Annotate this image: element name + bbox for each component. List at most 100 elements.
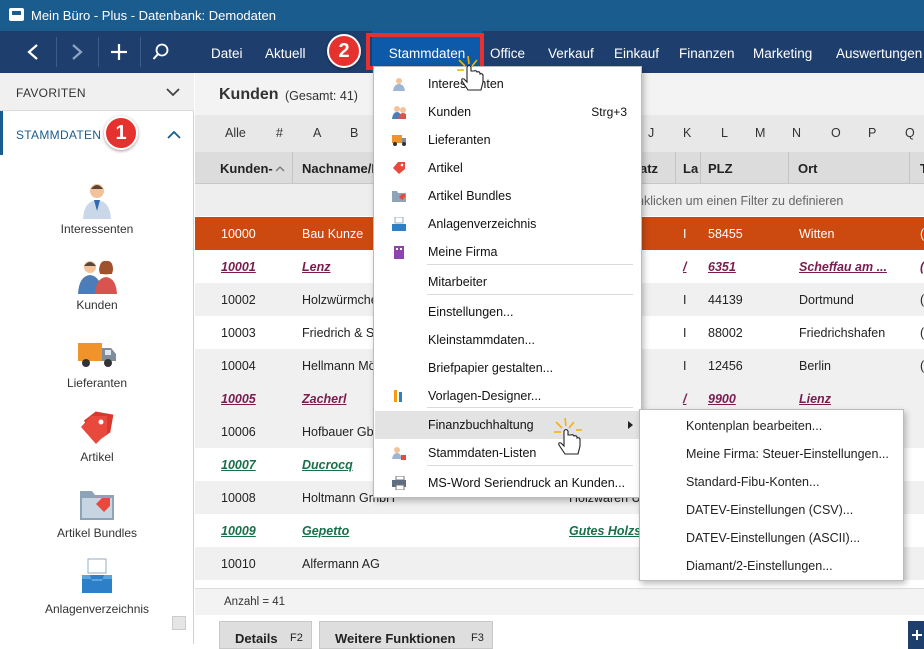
menu-item-label: Meine Firma	[428, 245, 498, 259]
alpha-filter-p[interactable]: P	[868, 126, 876, 140]
menu-item-finanzbuchhaltung[interactable]: Finanzbuchhaltung	[375, 411, 641, 439]
menu-item-vorlagen-designer[interactable]: Vorlagen-Designer...	[375, 382, 641, 410]
tray-icon	[77, 557, 117, 595]
add-button[interactable]	[99, 35, 139, 69]
menu-item-einstellungen[interactable]: Einstellungen...	[375, 298, 641, 326]
tag-icon	[77, 409, 117, 447]
alpha-filter-q[interactable]: Q	[905, 126, 915, 140]
menu-item-ms-word-seriendruck-an-kunden[interactable]: MS-Word Seriendruck an Kunden...	[375, 469, 641, 497]
cell-name: Gepetto	[302, 524, 350, 538]
menu-datei[interactable]: Datei	[211, 31, 243, 73]
cell-ort: Friedrichshafen	[799, 326, 886, 340]
menu-item-label: Stammdaten-Listen	[428, 446, 537, 460]
cell-ort: Witten	[799, 227, 835, 241]
submenu-item-meine-firma-steuer-einstellungen[interactable]: Meine Firma: Steuer-Einstellungen...	[640, 439, 903, 467]
menu-aktuell[interactable]: Aktuell	[265, 31, 306, 73]
alpha-filter-n[interactable]: N	[792, 126, 801, 140]
back-button[interactable]	[13, 35, 53, 69]
cell-kunden-nr: 10008	[221, 491, 256, 505]
menu-item-label: MS-Word Seriendruck an Kunden...	[428, 476, 626, 490]
people-icon	[392, 105, 406, 119]
step-badge-1: 1	[104, 116, 138, 150]
alpha-filter-b[interactable]: B	[350, 126, 358, 140]
sidebar-scroll-button[interactable]	[172, 616, 186, 630]
menu-item-anlagenverzeichnis[interactable]: Anlagenverzeichnis	[375, 210, 641, 238]
pencils-icon	[392, 389, 406, 403]
menu-item-lieferanten[interactable]: Lieferanten	[375, 126, 641, 154]
menu-item-label: Vorlagen-Designer...	[428, 389, 542, 403]
sidebar-item-interessenten[interactable]: Interessenten	[0, 181, 194, 236]
menu-item-artikel[interactable]: Artikel	[375, 154, 641, 182]
menu-finanzen[interactable]: Finanzen	[679, 31, 735, 73]
menu-item-kunden[interactable]: Kunden Strg+3	[375, 98, 641, 126]
forward-button[interactable]	[57, 35, 97, 69]
submenu-item-datev-einstellungen-csv[interactable]: DATEV-Einstellungen (CSV)...	[640, 495, 903, 523]
add-record-button[interactable]	[908, 621, 924, 649]
person-icon	[77, 181, 117, 219]
alpha-filter-l[interactable]: L	[721, 126, 728, 140]
cell-ort: Lienz	[799, 392, 831, 406]
sidebar-item-anlagenverzeichnis[interactable]: Anlagenverzeichnis	[0, 557, 194, 616]
menu-item-label: Mitarbeiter	[428, 275, 488, 289]
menu-marketing[interactable]: Marketing	[753, 31, 812, 73]
cell-ort: Berlin	[799, 359, 831, 373]
alpha-filter-k[interactable]: K	[683, 126, 691, 140]
sidebar-item-artikel-bundles[interactable]: Artikel Bundles	[0, 485, 194, 540]
alpha-filter-j[interactable]: J	[648, 126, 654, 140]
sidebar-item-kunden[interactable]: Kunden	[0, 257, 194, 312]
step-badge-2: 2	[327, 34, 361, 68]
filter-hint: nklicken um einen Filter zu definieren	[637, 194, 844, 208]
cell-telefon: (	[920, 260, 924, 274]
sidebar-item-lieferanten[interactable]: Lieferanten	[0, 335, 194, 390]
stammdaten-section-header[interactable]: STAMMDATEN	[0, 111, 194, 155]
column-ort[interactable]: Ort	[798, 161, 818, 176]
submenu-item-standard-fibu-konten[interactable]: Standard-Fibu-Konten...	[640, 467, 903, 495]
sidebar-item-label: Artikel	[80, 450, 114, 464]
cell-kunden-nr: 10005	[221, 392, 256, 406]
cell-land: /	[683, 392, 687, 406]
alpha-filter-hash[interactable]: #	[276, 126, 283, 140]
alpha-filter-a[interactable]: A	[313, 126, 321, 140]
column-nachname[interactable]: Nachname/F	[302, 161, 379, 176]
page-title: Kunden	[219, 86, 279, 103]
submenu-item-diamant-2-einstellungen[interactable]: Diamant/2-Einstellungen...	[640, 551, 903, 579]
column-plz[interactable]: PLZ	[708, 161, 733, 176]
chevron-left-icon	[27, 44, 38, 60]
tag-icon	[392, 161, 406, 175]
search-button[interactable]	[141, 35, 181, 69]
tab-weitere-funktionen[interactable]: Weitere Funktionen F3	[319, 621, 493, 649]
tray-icon	[392, 217, 406, 231]
menu-item-label: Briefpapier gestalten...	[428, 361, 554, 375]
menu-item-kleinstammdaten[interactable]: Kleinstammdaten...	[375, 326, 641, 354]
column-telefon[interactable]: T	[920, 161, 924, 176]
menu-item-interessenten[interactable]: Interessenten	[375, 70, 641, 98]
sort-up-icon	[275, 166, 285, 172]
column-land[interactable]: La	[683, 161, 698, 176]
menu-item-mitarbeiter[interactable]: Mitarbeiter	[375, 268, 641, 296]
menu-separator	[427, 407, 633, 408]
tab-details[interactable]: Details F2	[219, 621, 312, 649]
submenu-item-label: DATEV-Einstellungen (ASCII)...	[686, 531, 861, 545]
submenu-item-kontenplan-bearbeiten[interactable]: Kontenplan bearbeiten...	[640, 411, 903, 439]
menu-item-briefpapier-gestalten[interactable]: Briefpapier gestalten...	[375, 354, 641, 382]
stammdaten-label: STAMMDATEN	[16, 128, 102, 142]
menu-item-artikel-bundles[interactable]: Artikel Bundles	[375, 182, 641, 210]
cell-name: Ducrocq	[302, 458, 353, 472]
cell-plz: 12456	[708, 359, 743, 373]
submenu-item-datev-einstellungen-ascii[interactable]: DATEV-Einstellungen (ASCII)...	[640, 523, 903, 551]
menu-item-stammdaten-listen[interactable]: Stammdaten-Listen	[375, 439, 641, 467]
submenu-arrow-icon	[628, 421, 633, 429]
menu-auswertungen[interactable]: Auswertungen	[836, 31, 922, 73]
tab-shortcut: F2	[290, 632, 303, 644]
alpha-filter-alle[interactable]: Alle	[225, 126, 246, 140]
column-kunden-nr[interactable]: Kunden-	[220, 161, 273, 176]
sidebar-item-artikel[interactable]: Artikel	[0, 409, 194, 464]
alpha-filter-m[interactable]: M	[755, 126, 765, 140]
menu-item-meine-firma[interactable]: Meine Firma	[375, 238, 641, 266]
favorites-header[interactable]: FAVORITEN	[0, 73, 194, 111]
cell-land: /	[683, 260, 687, 274]
window-title: Mein Büro - Plus - Datenbank: Demodaten	[31, 8, 276, 23]
alpha-filter-o[interactable]: O	[831, 126, 841, 140]
menu-item-label: Anlagenverzeichnis	[428, 217, 537, 231]
column-zusatz[interactable]: atz	[640, 161, 658, 176]
